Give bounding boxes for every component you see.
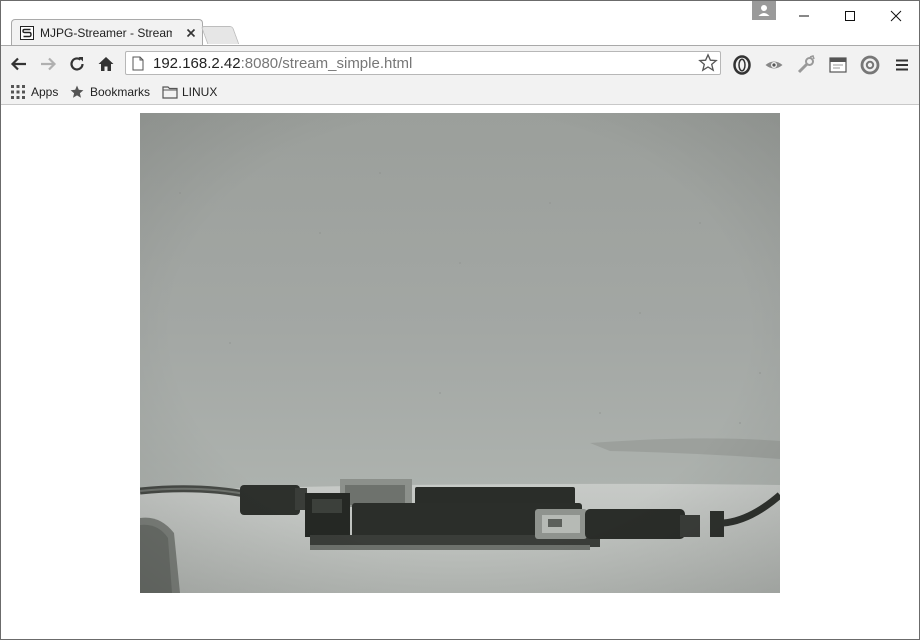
url-host: 192.168.2.42: [153, 55, 241, 72]
mjpg-favicon-icon: [20, 26, 34, 40]
browser-window: MJPG-Streamer - Stream E: [0, 0, 920, 640]
bookmark-linux-folder[interactable]: LINUX: [162, 83, 217, 101]
apps-grid-icon: [11, 85, 25, 99]
folder-icon: [162, 85, 178, 99]
forward-icon[interactable]: [37, 53, 59, 75]
tab-strip: MJPG-Streamer - Stream E: [1, 1, 919, 45]
page-content: [1, 105, 919, 639]
bookmark-star-icon[interactable]: [698, 53, 718, 73]
url-text: 192.168.2.42:8080/stream_simple.html: [153, 55, 412, 72]
eye-extension-icon[interactable]: [763, 54, 785, 76]
close-window-icon[interactable]: [873, 1, 919, 31]
opera-extension-icon[interactable]: [731, 54, 753, 76]
circle-extension-icon[interactable]: [859, 54, 881, 76]
window-extension-icon[interactable]: [827, 54, 849, 76]
tab-mjpg-streamer[interactable]: MJPG-Streamer - Stream E: [11, 19, 203, 45]
tab-close-icon[interactable]: [185, 26, 197, 38]
minimize-icon[interactable]: [781, 1, 827, 31]
maximize-icon[interactable]: [827, 1, 873, 31]
bookmark-label: Apps: [31, 85, 59, 99]
address-bar[interactable]: 192.168.2.42:8080/stream_simple.html: [125, 51, 721, 75]
bookmark-apps[interactable]: Apps: [11, 83, 58, 101]
bookmarks-bar: Apps Bookmarks LINUX: [1, 79, 919, 105]
browser-toolbar: 192.168.2.42:8080/stream_simple.html: [1, 45, 919, 80]
page-icon: [132, 56, 144, 71]
tab-title: MJPG-Streamer - Stream E: [40, 26, 172, 40]
url-path: :8080/stream_simple.html: [240, 55, 413, 72]
wrench-extension-icon[interactable]: [795, 54, 817, 76]
menu-icon[interactable]: [891, 54, 913, 76]
profile-avatar-icon[interactable]: [752, 1, 776, 20]
star-icon: [70, 85, 84, 99]
camera-stream-image: [139, 113, 783, 593]
new-tab-button[interactable]: [200, 26, 240, 44]
home-icon[interactable]: [95, 53, 117, 75]
bookmark-label: LINUX: [182, 85, 218, 99]
bookmark-bookmarks[interactable]: Bookmarks: [70, 83, 150, 101]
bookmark-label: Bookmarks: [90, 85, 151, 99]
back-icon[interactable]: [8, 53, 30, 75]
reload-icon[interactable]: [66, 53, 88, 75]
